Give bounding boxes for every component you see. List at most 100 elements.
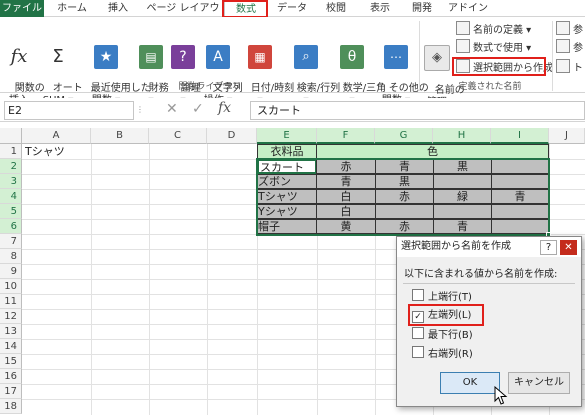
more-functions-icon: ⋯ [384, 45, 408, 69]
option-right-column[interactable]: 右端列(R) [412, 346, 473, 361]
cell-e1[interactable]: 衣料品 [257, 144, 317, 159]
column-header-c[interactable]: C [149, 128, 207, 144]
left-column-highlight [408, 304, 484, 326]
checkbox-right-column[interactable] [412, 346, 424, 358]
selection-outline [256, 158, 550, 236]
row-header-17[interactable]: 17 [0, 384, 22, 399]
column-header-i[interactable]: I [491, 128, 549, 144]
row-header-18[interactable]: 18 [0, 399, 22, 414]
text-icon: A [206, 45, 230, 69]
tab-formulas-highlight [222, 0, 268, 18]
help-button[interactable]: ? [540, 240, 557, 255]
ribbon-separator-2 [552, 21, 553, 91]
option-top-row[interactable]: 上端行(T) [412, 289, 472, 304]
ribbon-separator [419, 21, 420, 91]
option-right-column-label: 右端列(R) [428, 349, 473, 360]
theta-icon: θ [340, 45, 364, 69]
row-header-13[interactable]: 13 [0, 324, 22, 339]
cell-f1[interactable]: 色 [316, 144, 549, 159]
define-name-button[interactable]: 名前の定義 ▾ [456, 21, 531, 36]
row-header-15[interactable]: 15 [0, 354, 22, 369]
group-label-defined-names: 定義された名前 [458, 82, 522, 92]
column-header-h[interactable]: H [433, 128, 491, 144]
create-from-selection-highlight [452, 57, 546, 76]
row-header-5[interactable]: 5 [0, 204, 22, 219]
cancel-icon[interactable]: ✕ [166, 101, 178, 117]
select-all-corner[interactable] [0, 128, 22, 144]
use-in-formula-button[interactable]: 数式で使用 ▾ [456, 39, 531, 54]
star-icon: ★ [94, 45, 118, 69]
enter-icon[interactable]: ✓ [192, 101, 204, 117]
fx-icon[interactable]: fx [218, 100, 231, 116]
use-in-formula-label: 数式で使用 ▾ [473, 43, 532, 54]
sigma-icon: Σ [52, 46, 64, 67]
name-box-dropdown-icon[interactable]: ⋮ [136, 103, 144, 117]
trace-precedents-label: 参 [573, 25, 583, 36]
row-header-6[interactable]: 6 [0, 219, 22, 234]
row-header-12[interactable]: 12 [0, 309, 22, 324]
column-header-b[interactable]: B [91, 128, 149, 144]
dialog-divider [403, 283, 575, 284]
checkbox-top-row[interactable] [412, 289, 424, 301]
tag-icon: ◈ [424, 45, 450, 71]
tab-insert[interactable]: 挿入 [100, 0, 136, 17]
tab-page-layout[interactable]: ページ レイアウト [144, 0, 222, 31]
option-top-row-label: 上端行(T) [428, 292, 472, 303]
row-header-7[interactable]: 7 [0, 234, 22, 249]
column-header-e[interactable]: E [257, 128, 317, 144]
row-header-11[interactable]: 11 [0, 294, 22, 309]
formula-input[interactable]: スカート [250, 101, 585, 120]
question-icon: ? [171, 45, 195, 69]
remove-arrows-button[interactable]: トレ [556, 59, 585, 74]
financial-icon: ▤ [139, 45, 163, 69]
trace-precedents-icon [556, 21, 570, 35]
trace-precedents-button[interactable]: 参 [556, 21, 583, 36]
trace-dependents-button[interactable]: 参 [556, 39, 583, 54]
name-box[interactable]: E2 [4, 101, 134, 120]
cell-a1[interactable]: Tシャツ [25, 145, 91, 160]
remove-arrows-label: トレ [573, 63, 585, 74]
define-name-label: 名前の定義 ▾ [473, 25, 532, 36]
column-header-a[interactable]: A [22, 128, 91, 144]
lookup-icon: ⌕ [294, 45, 318, 69]
formula-bar-buttons: ✕ ✓ fx [146, 100, 246, 120]
row-header-2[interactable]: 2 [0, 159, 22, 174]
define-name-icon [456, 21, 470, 35]
cancel-button[interactable]: キャンセル [508, 372, 570, 394]
tab-data[interactable]: データ [274, 0, 310, 17]
tab-review[interactable]: 校閲 [318, 0, 354, 17]
trace-dependents-icon [556, 39, 570, 53]
row-header-16[interactable]: 16 [0, 369, 22, 384]
use-in-formula-icon [456, 39, 470, 53]
column-header-d[interactable]: D [207, 128, 257, 144]
ribbon-tab-bar: ファイル ホーム 挿入 ページ レイアウト 数式 データ 校閲 表示 開発 アド… [0, 0, 585, 31]
column-header-f[interactable]: F [317, 128, 375, 144]
row-header-4[interactable]: 4 [0, 189, 22, 204]
ok-button[interactable]: OK [440, 372, 500, 394]
tab-addins[interactable]: アドイン [446, 0, 490, 17]
close-button[interactable]: ✕ [560, 240, 577, 255]
checkbox-bottom-row[interactable] [412, 327, 424, 339]
tab-home[interactable]: ホーム [52, 0, 92, 17]
row-header-3[interactable]: 3 [0, 174, 22, 189]
calendar-icon: ▦ [248, 45, 272, 69]
group-label-library: 関数ライブラリ [178, 82, 242, 92]
column-header-g[interactable]: G [375, 128, 433, 144]
tab-view[interactable]: 表示 [362, 0, 398, 17]
row-header-14[interactable]: 14 [0, 339, 22, 354]
ribbon: fx 関数の 挿入 Σ オート SUM ▾ ★ 最近使用した 関数 ▾ ▤ 財務… [0, 17, 585, 108]
tab-file[interactable]: ファイル [0, 0, 44, 17]
mouse-cursor-icon [494, 386, 508, 405]
dialog-group-label: 以下に含まれる値から名前を作成: [404, 269, 558, 280]
trace-dependents-label: 参 [573, 43, 583, 54]
row-header-8[interactable]: 8 [0, 249, 22, 264]
row-header-1[interactable]: 1 [0, 144, 22, 159]
tab-developer[interactable]: 開発 [404, 0, 440, 17]
remove-arrows-icon [556, 59, 570, 73]
row-header-10[interactable]: 10 [0, 279, 22, 294]
fx-icon: fx [10, 46, 28, 67]
column-header-j[interactable]: J [549, 128, 585, 144]
row-header-9[interactable]: 9 [0, 264, 22, 279]
option-bottom-row[interactable]: 最下行(B) [412, 327, 473, 342]
option-bottom-row-label: 最下行(B) [428, 330, 473, 341]
